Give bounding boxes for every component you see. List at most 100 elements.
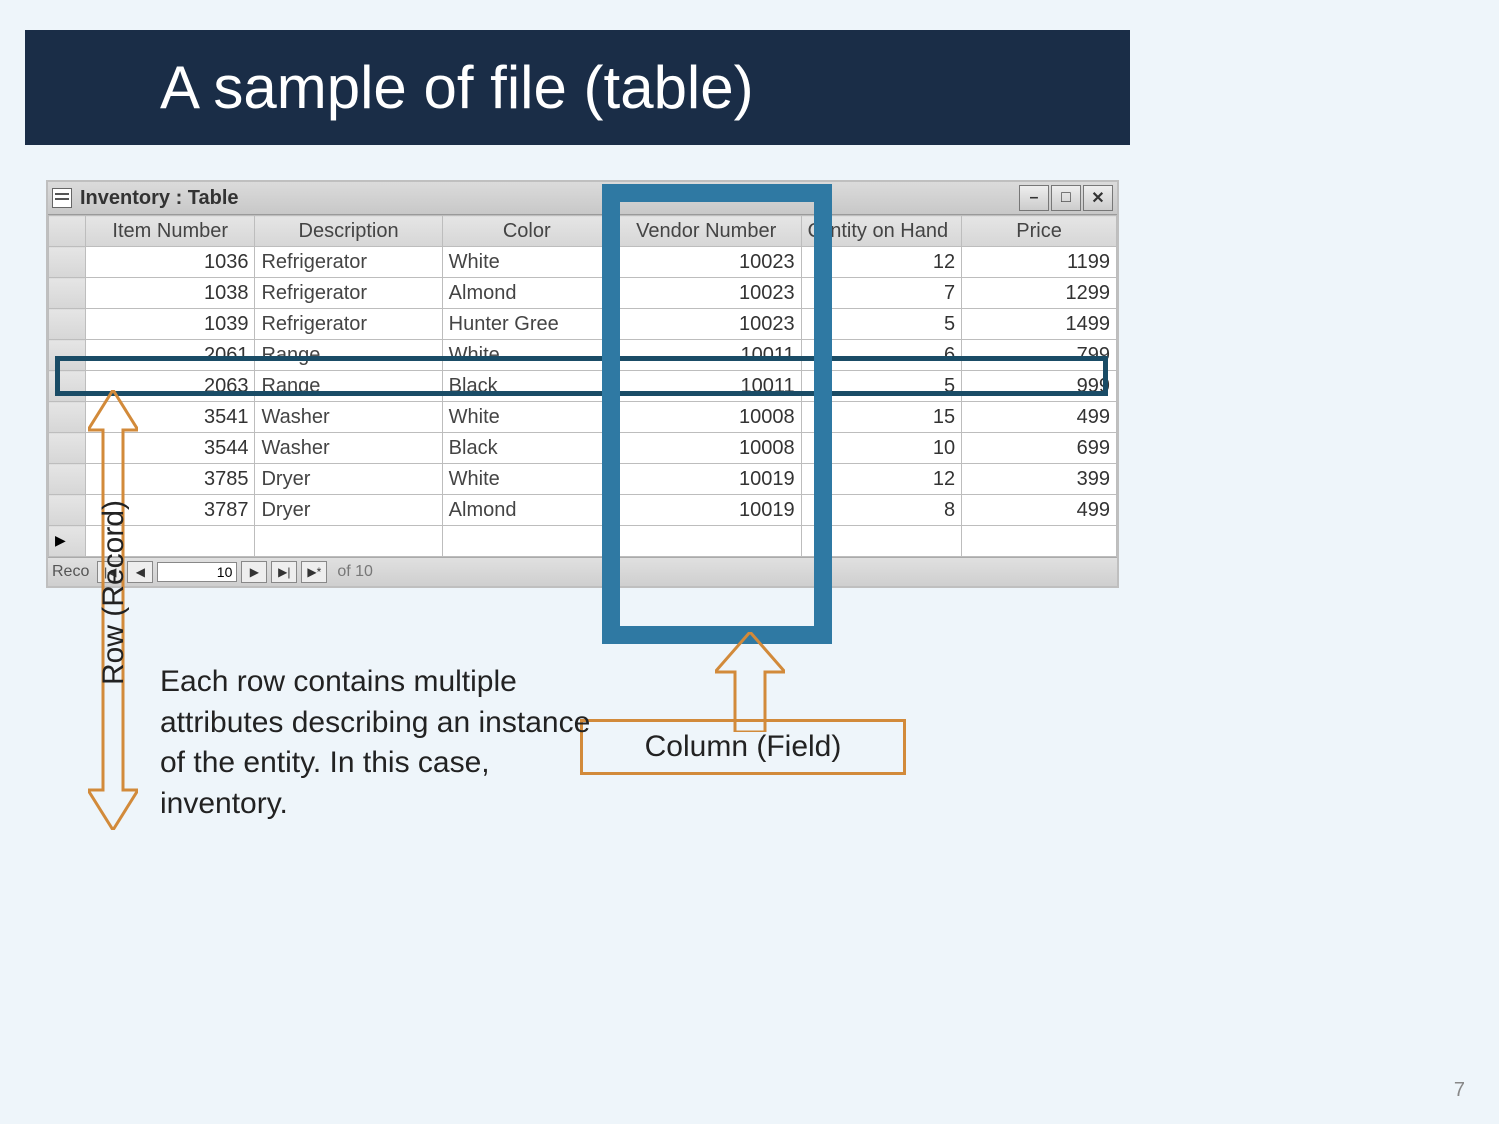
cell-qty[interactable] [801,526,961,557]
cell-vendor[interactable]: 10023 [611,309,801,340]
nav-next-button[interactable]: ▶ [241,561,267,583]
cell-vendor[interactable] [611,526,801,557]
minimize-button[interactable]: – [1019,185,1049,211]
cell-vendor[interactable]: 10019 [611,495,801,526]
cell-vendor[interactable]: 10008 [611,402,801,433]
cell-vendor[interactable]: 10008 [611,433,801,464]
col-qty-left: Q [808,220,824,243]
table-row[interactable]: 1036RefrigeratorWhite10023121199 [49,247,1117,278]
nav-record-input[interactable] [157,562,237,582]
cell-qty[interactable]: 12 [801,464,961,495]
col-item-number[interactable]: Item Number [85,216,255,247]
inventory-table: Item Number Description Color Vendor Num… [48,215,1117,557]
cell-description[interactable]: Dryer [255,464,442,495]
cell-qty[interactable]: 12 [801,247,961,278]
cell-description[interactable]: Refrigerator [255,309,442,340]
header-row: Item Number Description Color Vendor Num… [49,216,1117,247]
table-row[interactable]: 3785DryerWhite1001912399 [49,464,1117,495]
cell-color[interactable]: Hunter Gree [442,309,611,340]
col-description[interactable]: Description [255,216,442,247]
cell-price[interactable]: 699 [962,433,1117,464]
col-price[interactable]: Price [962,216,1117,247]
cell-color[interactable]: Almond [442,278,611,309]
row-selector[interactable] [49,402,86,433]
row-selector[interactable] [49,433,86,464]
col-vendor-label: Vendor Number [636,220,776,242]
cell-price[interactable]: 799 [962,340,1117,371]
col-qty-right: ntity on Hand [830,220,948,242]
row-selector[interactable] [49,526,86,557]
table-row[interactable]: 1038RefrigeratorAlmond1002371299 [49,278,1117,309]
cell-qty[interactable]: 10 [801,433,961,464]
col-quantity[interactable]: Qntity on Hand [801,216,961,247]
cell-vendor[interactable]: 10011 [611,371,801,402]
cell-color[interactable]: Black [442,433,611,464]
cell-description[interactable]: Range [255,371,442,402]
table-row[interactable]: 2063RangeBlack100115999 [49,371,1117,402]
cell-vendor[interactable]: 10023 [611,247,801,278]
table-row[interactable]: 2061RangeWhite100116799 [49,340,1117,371]
table-row[interactable]: 3544WasherBlack1000810699 [49,433,1117,464]
explanation-text: Each row contains multiple attributes de… [160,662,600,824]
cell-qty[interactable]: 8 [801,495,961,526]
cell-price[interactable]: 1299 [962,278,1117,309]
window-titlebar: Inventory : Table – □ ✕ [48,182,1117,215]
cell-description[interactable]: Refrigerator [255,278,442,309]
cell-qty[interactable]: 7 [801,278,961,309]
cell-vendor[interactable]: 10019 [611,464,801,495]
cell-qty[interactable]: 15 [801,402,961,433]
row-selector[interactable] [49,495,86,526]
row-selector[interactable] [49,371,86,402]
slide-title-bar: A sample of file (table) [25,30,1130,145]
cell-description[interactable] [255,526,442,557]
cell-price[interactable]: 399 [962,464,1117,495]
table-row[interactable]: 1039RefrigeratorHunter Gree1002351499 [49,309,1117,340]
cell-vendor[interactable]: 10023 [611,278,801,309]
table-row[interactable]: 3541WasherWhite1000815499 [49,402,1117,433]
row-selector[interactable] [49,309,86,340]
cell-vendor[interactable]: 10011 [611,340,801,371]
row-selector[interactable] [49,278,86,309]
inventory-window: Inventory : Table – □ ✕ Item Number Desc… [46,180,1119,588]
nav-prev-button[interactable]: ◀ [127,561,153,583]
cell-qty[interactable]: 5 [801,309,961,340]
cell-price[interactable] [962,526,1117,557]
maximize-button[interactable]: □ [1051,185,1081,211]
cell-color[interactable]: White [442,247,611,278]
cell-description[interactable]: Range [255,340,442,371]
cell-price[interactable]: 499 [962,495,1117,526]
col-color[interactable]: Color [442,216,611,247]
column-arrow [715,632,785,732]
cell-color[interactable] [442,526,611,557]
cell-color[interactable]: White [442,464,611,495]
row-label: Row (Record) [97,315,131,500]
nav-label: Reco [52,563,89,581]
new-record-row[interactable] [49,526,1117,557]
record-navigator: Reco |◀ ◀ ▶ ▶| ▶* of 10 [48,557,1117,586]
column-label: Column (Field) [580,719,906,775]
col-vendor-number[interactable]: Vendor Number [611,216,801,247]
close-button[interactable]: ✕ [1083,185,1113,211]
cell-description[interactable]: Washer [255,402,442,433]
cell-color[interactable]: White [442,340,611,371]
cell-qty[interactable]: 6 [801,340,961,371]
cell-color[interactable]: White [442,402,611,433]
cell-item[interactable]: 1036 [85,247,255,278]
cell-color[interactable]: Almond [442,495,611,526]
cell-price[interactable]: 1499 [962,309,1117,340]
cell-item[interactable]: 1038 [85,278,255,309]
cell-description[interactable]: Refrigerator [255,247,442,278]
cell-description[interactable]: Dryer [255,495,442,526]
cell-price[interactable]: 1199 [962,247,1117,278]
row-selector[interactable] [49,340,86,371]
nav-new-button[interactable]: ▶* [301,561,327,583]
table-row[interactable]: 3787DryerAlmond100198499 [49,495,1117,526]
cell-description[interactable]: Washer [255,433,442,464]
cell-color[interactable]: Black [442,371,611,402]
row-selector[interactable] [49,464,86,495]
row-selector[interactable] [49,247,86,278]
cell-price[interactable]: 499 [962,402,1117,433]
cell-qty[interactable]: 5 [801,371,961,402]
cell-price[interactable]: 999 [962,371,1117,402]
nav-last-button[interactable]: ▶| [271,561,297,583]
